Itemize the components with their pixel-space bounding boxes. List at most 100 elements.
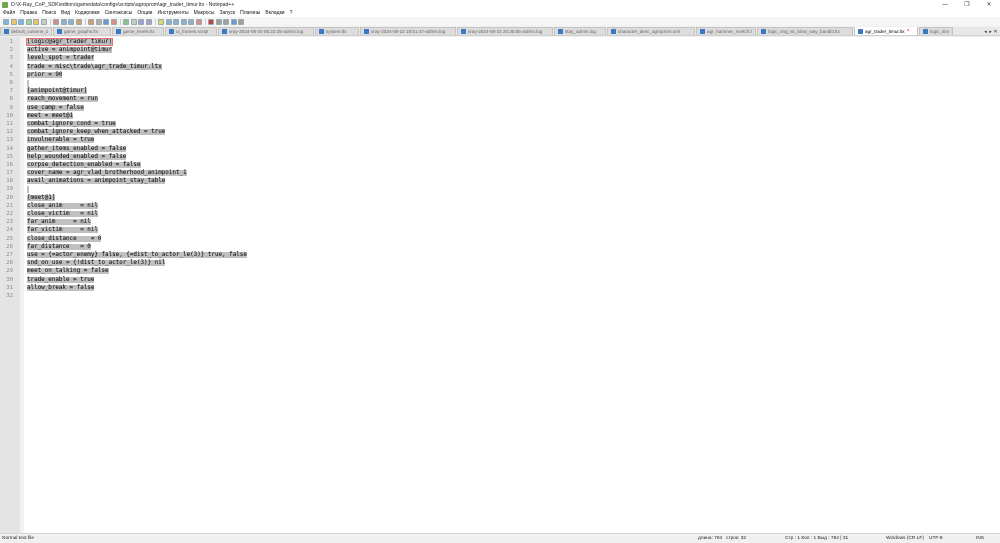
open-file-icon[interactable] <box>10 18 17 25</box>
save-all-icon[interactable] <box>25 18 32 25</box>
code-line[interactable]: 17 cover_name = agr_vlad_brotherhood_anim… <box>0 169 247 177</box>
word-wrap-icon[interactable] <box>158 18 164 25</box>
menu-item[interactable]: Вид <box>61 10 70 16</box>
code-line[interactable]: 4 trade = misc\trade\agr_trade_timur.ltx <box>0 63 247 71</box>
tab[interactable]: xray-2024-08-22 18:51:47-admin.log <box>360 27 456 35</box>
show-all-chars-icon[interactable] <box>165 18 172 25</box>
line-number: 20 <box>6 194 13 201</box>
close-button[interactable]: ✕ <box>978 0 1000 9</box>
undo-icon[interactable] <box>88 18 94 25</box>
code-line[interactable]: 2 active = animpoint@timur <box>0 46 247 54</box>
tab[interactable]: character_desc_agroprom.xml <box>607 27 695 35</box>
tab-active[interactable]: agr_trader_timur.ltx × <box>854 27 918 35</box>
line-text: trade = misc\trade\agr_trade_timur.ltx <box>27 63 162 70</box>
menu-item[interactable]: Синтаксисы <box>105 10 133 16</box>
code-line[interactable]: 14 gather_items_enabled = false <box>0 144 247 152</box>
code-line[interactable]: 18 avail_animations = animpoint_stay_tabl… <box>0 177 247 185</box>
save-icon[interactable] <box>18 18 24 25</box>
tab[interactable]: logic_sim <box>919 27 953 35</box>
menu-item[interactable]: Поиск <box>42 10 56 16</box>
copy-icon[interactable] <box>68 18 74 25</box>
function-list-icon[interactable] <box>195 18 202 25</box>
menu-item[interactable]: Опции <box>137 10 152 16</box>
lang-icon[interactable] <box>180 18 187 25</box>
code-line[interactable]: 16 corpse_detection_enabled = false <box>0 161 247 169</box>
editor-area[interactable]: 1 [logic@agr_trader_timur] 2 active = animp… <box>0 37 1000 533</box>
code-line[interactable]: 5 prior = 90 <box>0 71 247 79</box>
code-line[interactable]: 24 far_victim = nil <box>0 226 247 234</box>
status-eol[interactable]: Windows (CR LF) <box>886 536 924 541</box>
code-line[interactable]: 22 close_victim = nil <box>0 210 247 218</box>
print-icon[interactable] <box>53 18 59 25</box>
status-cursor-position[interactable]: Стр : 1 Кол : 1 Выд : 784 | 31 <box>785 536 848 541</box>
sync-vertical-icon[interactable] <box>138 18 144 25</box>
code-line[interactable]: 20 [meet@1] <box>0 194 247 202</box>
file-icon <box>923 29 928 34</box>
menu-item[interactable]: Запуск <box>220 10 236 16</box>
code-line[interactable]: 8 reach_movement = run <box>0 95 247 103</box>
menu-item[interactable]: Вкладки <box>265 10 284 16</box>
paste-icon[interactable] <box>75 18 82 25</box>
tab[interactable]: xray-2024-08-20 05:22:25-admin.log <box>218 27 314 35</box>
menu-item[interactable]: Инструменты <box>157 10 188 16</box>
tab[interactable]: game_graphs.ltx <box>53 27 111 35</box>
code-line[interactable]: 12 combat_ignore_keep_when_attacked = tru… <box>0 128 247 136</box>
code-line[interactable]: 10 meet = meet@1 <box>0 112 247 120</box>
code-line[interactable]: 32 <box>0 292 247 300</box>
indent-guide-icon[interactable] <box>173 18 179 25</box>
tab[interactable]: game_levels.ltx <box>112 27 164 35</box>
code-line[interactable]: 27 use = {=actor_enemy} false, {=dist_to_… <box>0 251 247 259</box>
tab[interactable]: system.ltx <box>315 27 359 35</box>
code-line[interactable]: 3 level_spot = trader <box>0 54 247 62</box>
code-line[interactable]: 21 close_anim = nil <box>0 202 247 210</box>
minimize-button[interactable]: — <box>934 0 956 9</box>
tab-close-all-icon[interactable]: ✕ <box>993 28 998 35</box>
code-line[interactable]: 9 use_camp = false <box>0 104 247 112</box>
code-line[interactable]: 6 <box>0 79 247 87</box>
doc-map-icon[interactable] <box>188 18 194 25</box>
new-file-icon[interactable] <box>3 18 9 25</box>
tab[interactable]: default_cutsene_data.ltx <box>0 27 52 35</box>
redo-icon[interactable] <box>95 18 102 25</box>
menu-item[interactable]: Макросы <box>194 10 215 16</box>
code-line[interactable]: 23 far_anim = nil <box>0 218 247 226</box>
code-line[interactable]: 31 allow_break = false <box>0 284 247 292</box>
code-line[interactable]: 13 invulnerable = true <box>0 136 247 144</box>
tab[interactable]: ui_frames.script <box>165 27 217 35</box>
zoom-in-icon[interactable] <box>123 18 129 25</box>
save-macro-icon[interactable] <box>238 18 244 25</box>
tab[interactable]: stay_admin.log <box>554 27 606 35</box>
code-line[interactable]: 15 help_wounded_enabled = false <box>0 153 247 161</box>
status-encoding[interactable]: UTF-8 <box>929 536 943 541</box>
menu-item[interactable]: Файл <box>3 10 15 16</box>
code-line[interactable]: 28 snd_on_use = {!dist_to_actor_le(3)} ni… <box>0 259 247 267</box>
code-line[interactable]: 29 meet_on_talking = false <box>0 267 247 275</box>
record-macro-icon[interactable] <box>208 18 214 25</box>
tab[interactable]: xray-2024-08-22 20:35:55-admin.log <box>457 27 553 35</box>
sync-horizontal-icon[interactable] <box>145 18 152 25</box>
code-line[interactable]: 25 close_distance = 0 <box>0 235 247 243</box>
cut-icon[interactable] <box>60 18 67 25</box>
play-macro-icon[interactable] <box>223 18 229 25</box>
menu-item[interactable]: Плагины <box>240 10 260 16</box>
menu-item[interactable]: ? <box>290 10 293 16</box>
close-all-icon[interactable] <box>40 18 47 25</box>
replace-icon[interactable] <box>110 18 117 25</box>
tab-close-icon[interactable]: × <box>907 28 910 34</box>
tab[interactable]: logic_ring_sk_blow_way_banditt.ltx <box>757 27 853 35</box>
find-icon[interactable] <box>103 18 109 25</box>
zoom-out-icon[interactable] <box>130 18 137 25</box>
run-macro-icon[interactable] <box>230 18 237 25</box>
code-line[interactable]: 30 trade_enable = true <box>0 275 247 283</box>
code-line[interactable]: 1 [logic@agr_trader_timur] <box>0 38 247 47</box>
menu-item[interactable]: Правка <box>20 10 37 16</box>
code-line[interactable]: 7 [animpoint@timur] <box>0 87 247 95</box>
menu-item[interactable]: Кодировки <box>75 10 100 16</box>
tab[interactable]: agr_hammer_nnetch.ltx <box>696 27 756 35</box>
code-line[interactable]: 26 far_distance = 0 <box>0 243 247 251</box>
maximize-button[interactable]: ❐ <box>956 0 978 9</box>
stop-macro-icon[interactable] <box>215 18 222 25</box>
code-line[interactable]: 11 combat_ignore_cond = true <box>0 120 247 128</box>
close-icon[interactable] <box>33 18 39 25</box>
code-line[interactable]: 19 <box>0 185 247 193</box>
